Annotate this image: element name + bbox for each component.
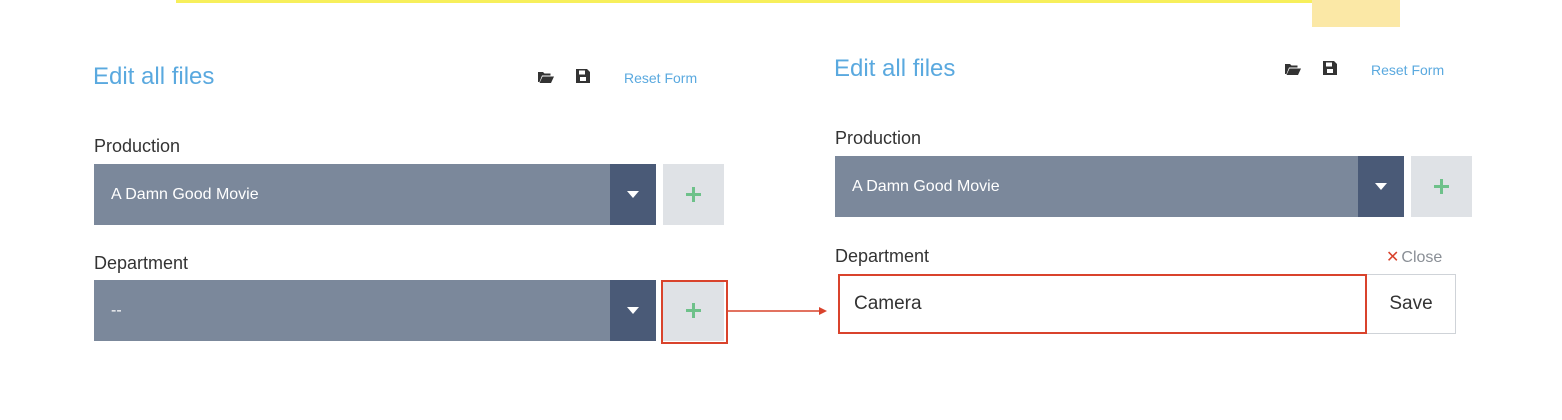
caret-down-icon bbox=[627, 307, 639, 314]
production-select[interactable]: A Damn Good Movie bbox=[94, 164, 656, 225]
add-department-button[interactable] bbox=[663, 280, 724, 341]
production-select-value: A Damn Good Movie bbox=[111, 186, 259, 203]
department-select[interactable]: -- bbox=[94, 280, 656, 341]
caret-down-icon bbox=[627, 191, 639, 198]
floppy-disk-icon[interactable] bbox=[1321, 59, 1339, 77]
close-label: Close bbox=[1401, 249, 1443, 266]
floppy-disk-icon[interactable] bbox=[574, 67, 592, 85]
reset-form-link[interactable]: Reset Form bbox=[1371, 62, 1444, 78]
production-dropdown-toggle[interactable] bbox=[610, 164, 656, 225]
department-dropdown-toggle[interactable] bbox=[610, 280, 656, 341]
production-select-value: A Damn Good Movie bbox=[852, 178, 1000, 195]
plus-icon bbox=[686, 303, 701, 318]
reset-form-link[interactable]: Reset Form bbox=[624, 70, 697, 86]
top-highlight-bar bbox=[176, 0, 1400, 3]
plus-icon bbox=[1434, 179, 1449, 194]
folder-open-icon[interactable] bbox=[537, 68, 555, 86]
department-label: Department bbox=[94, 253, 189, 273]
production-dropdown-toggle[interactable] bbox=[1358, 156, 1404, 217]
add-production-button[interactable] bbox=[1411, 156, 1472, 217]
production-select[interactable]: A Damn Good Movie bbox=[835, 156, 1404, 217]
page-title: Edit all files bbox=[834, 55, 956, 82]
production-label: Production bbox=[835, 128, 922, 148]
annotation-arrow bbox=[728, 307, 827, 315]
folder-open-icon[interactable] bbox=[1284, 60, 1302, 78]
top-highlight-tab bbox=[1312, 0, 1400, 27]
page-title: Edit all files bbox=[93, 63, 215, 90]
x-icon: ✕ bbox=[1386, 249, 1400, 266]
add-production-button[interactable] bbox=[663, 164, 724, 225]
save-department-button[interactable]: Save bbox=[1367, 274, 1456, 334]
new-department-input[interactable] bbox=[838, 274, 1367, 334]
department-select-value: -- bbox=[111, 302, 122, 319]
production-label: Production bbox=[94, 136, 181, 156]
caret-down-icon bbox=[1375, 183, 1387, 190]
plus-icon bbox=[686, 187, 701, 202]
close-new-department-link[interactable]: ✕ Close bbox=[1386, 247, 1442, 267]
department-label: Department bbox=[835, 246, 930, 266]
